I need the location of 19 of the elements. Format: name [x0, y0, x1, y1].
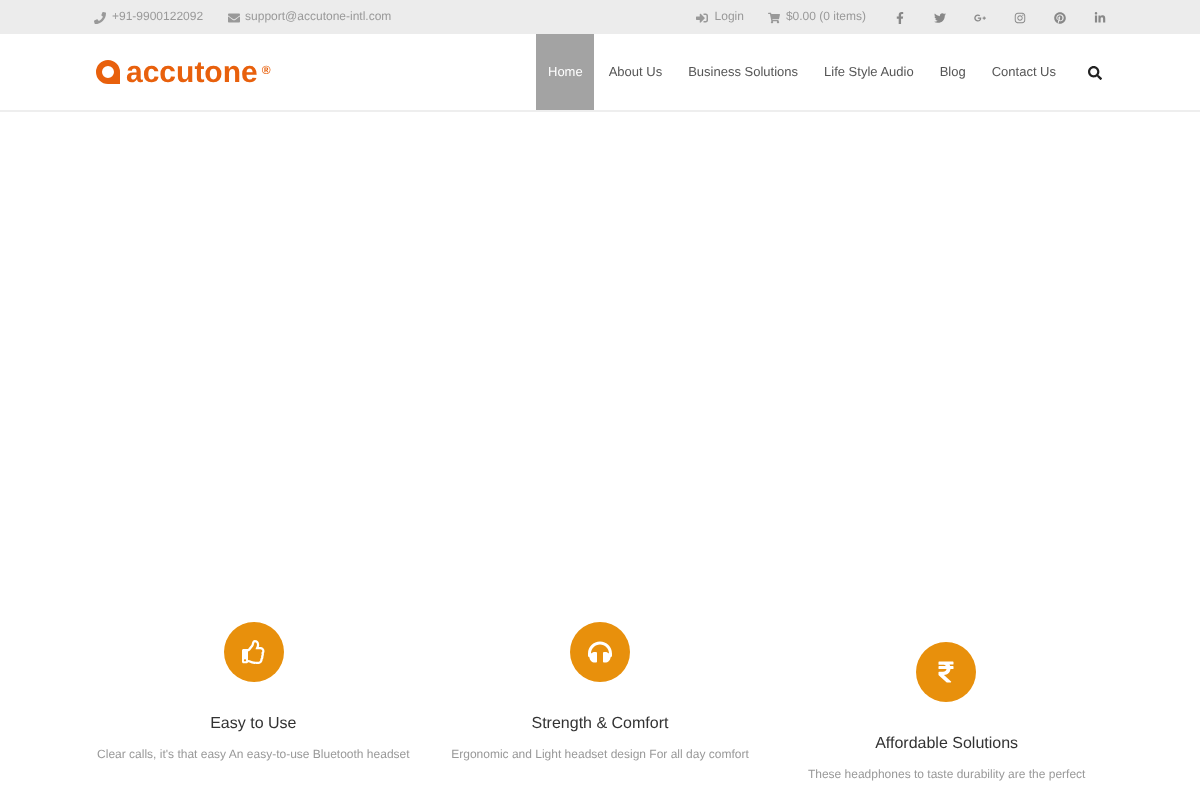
- logo-icon: [94, 58, 122, 86]
- twitter-icon[interactable]: [934, 11, 946, 23]
- rupee-icon: [916, 642, 977, 702]
- cart-icon: [767, 11, 780, 23]
- pinterest-icon[interactable]: [1054, 11, 1066, 23]
- instagram-icon[interactable]: [1014, 11, 1026, 23]
- google-plus-icon[interactable]: [974, 11, 986, 23]
- feature-title: Strength & Comfort: [531, 714, 669, 732]
- logo[interactable]: accutone$^{®}$: [94, 34, 271, 110]
- feature-title: Easy to Use: [210, 714, 297, 732]
- thumb-icon: [223, 622, 284, 682]
- search-icon: [1088, 65, 1102, 79]
- phone-icon: [94, 11, 106, 23]
- envelope-icon: [227, 11, 240, 23]
- linkedin-icon[interactable]: [1094, 11, 1106, 23]
- feature-title: Affordable Solutions: [875, 734, 1019, 752]
- facebook-icon[interactable]: [894, 11, 906, 23]
- login-icon: [696, 11, 709, 23]
- headphones-icon: [569, 622, 630, 682]
